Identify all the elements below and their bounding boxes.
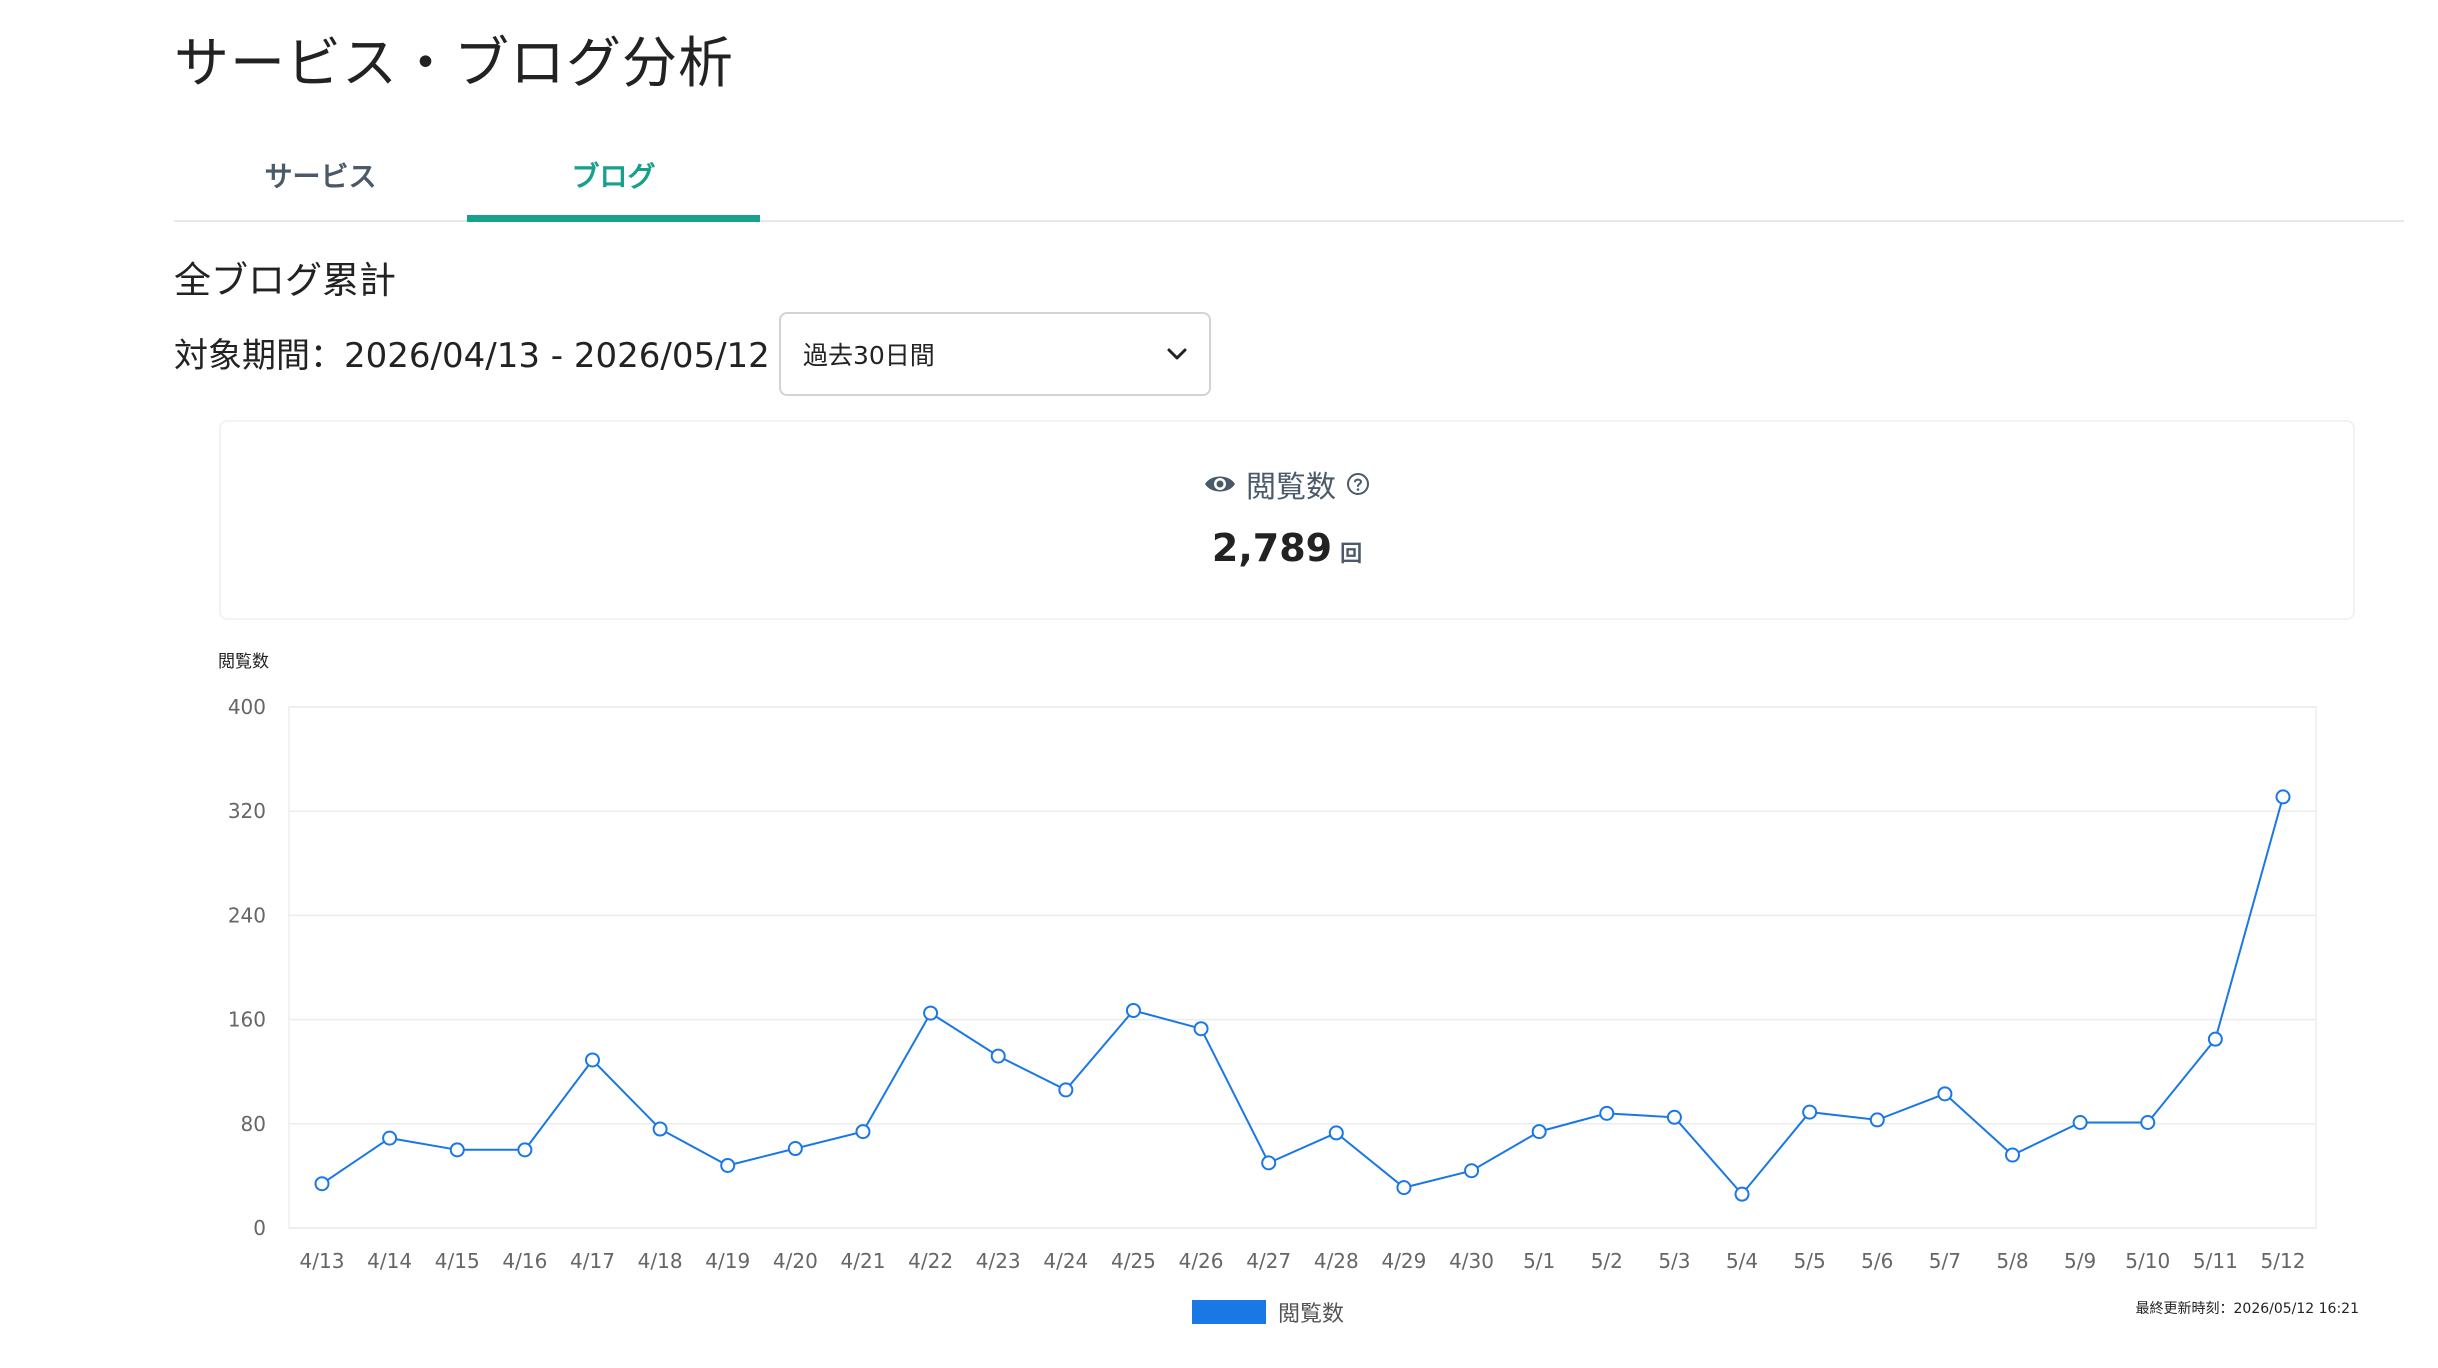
data-point <box>720 1157 736 1173</box>
x-tick-label: 4/21 <box>841 1249 886 1273</box>
legend-swatch <box>1192 1300 1266 1324</box>
x-tick-label: 4/15 <box>435 1249 480 1273</box>
data-point <box>2207 1031 2223 1047</box>
x-tick-label: 4/25 <box>1111 1249 1156 1273</box>
data-point <box>652 1121 668 1137</box>
data-point <box>1125 1002 1141 1018</box>
data-point <box>855 1124 871 1140</box>
x-tick-label: 4/28 <box>1314 1249 1359 1273</box>
data-point <box>1802 1104 1818 1120</box>
legend-label: 閲覧数 <box>1278 1302 1345 1327</box>
x-tick-label: 5/7 <box>1929 1249 1961 1273</box>
x-tick-label: 5/8 <box>1996 1249 2028 1273</box>
data-point <box>517 1142 533 1158</box>
x-tick-label: 4/30 <box>1449 1249 1494 1273</box>
data-point <box>449 1142 465 1158</box>
x-tick-label: 5/4 <box>1726 1249 1758 1273</box>
x-tick-label: 4/23 <box>976 1249 1021 1273</box>
data-point <box>2005 1147 2021 1163</box>
data-point <box>1328 1125 1344 1141</box>
x-tick-label: 5/12 <box>2261 1249 2306 1273</box>
series-line <box>321 796 2284 1196</box>
data-point <box>1193 1021 1209 1037</box>
data-point <box>1396 1180 1412 1196</box>
x-tick-label: 5/11 <box>2193 1249 2238 1273</box>
x-tick-label: 5/6 <box>1861 1249 1893 1273</box>
data-point <box>1937 1086 1953 1102</box>
data-point <box>584 1052 600 1068</box>
data-point <box>1464 1163 1480 1179</box>
last-updated: 最終更新時刻：2026/05/12 16:21 <box>2135 1301 2360 1317</box>
data-point <box>1869 1112 1885 1128</box>
y-tick-label: 320 <box>228 799 266 823</box>
chart-legend[interactable]: 閲覧数 <box>1192 1296 1344 1328</box>
x-tick-label: 4/29 <box>1381 1249 1426 1273</box>
y-tick-label: 400 <box>228 695 266 719</box>
x-tick-label: 4/20 <box>773 1249 818 1273</box>
x-tick-label: 4/27 <box>1246 1249 1291 1273</box>
x-tick-label: 4/26 <box>1179 1249 1224 1273</box>
data-point <box>1531 1124 1547 1140</box>
y-tick-label: 240 <box>228 903 266 927</box>
y-tick-label: 80 <box>241 1112 266 1136</box>
y-axis-label: 閲覧数 <box>218 652 269 672</box>
x-tick-label: 4/22 <box>908 1249 953 1273</box>
data-point <box>990 1048 1006 1064</box>
x-tick-label: 5/1 <box>1523 1249 1555 1273</box>
x-tick-label: 5/2 <box>1591 1249 1623 1273</box>
pageviews-line-chart: 閲覧数 0 80 160 240 320 400 4/13 4/14 4/15 4/16 4/17 4/… <box>218 652 2317 1273</box>
x-tick-label: 4/17 <box>570 1249 615 1273</box>
data-point <box>2275 789 2291 805</box>
data-point <box>314 1176 330 1192</box>
x-tick-label: 5/9 <box>2064 1249 2096 1273</box>
x-tick-label: 5/3 <box>1658 1249 1690 1273</box>
data-point <box>787 1141 803 1157</box>
data-point <box>1261 1155 1277 1171</box>
x-tick-label: 4/24 <box>1043 1249 1088 1273</box>
y-tick-label: 160 <box>228 1008 266 1032</box>
x-tick-label: 4/16 <box>502 1249 547 1273</box>
x-tick-label: 4/13 <box>300 1249 345 1273</box>
data-point <box>2072 1114 2088 1130</box>
y-tick-label: 0 <box>253 1216 266 1240</box>
data-point <box>923 1005 939 1021</box>
data-point <box>1058 1082 1074 1098</box>
x-tick-label: 5/5 <box>1794 1249 1826 1273</box>
data-point <box>1734 1186 1750 1202</box>
data-point <box>1666 1109 1682 1125</box>
data-point <box>1599 1105 1615 1121</box>
x-tick-label: 4/19 <box>705 1249 750 1273</box>
x-tick-label: 4/18 <box>638 1249 683 1273</box>
x-tick-label: 5/10 <box>2125 1249 2170 1273</box>
data-point <box>382 1130 398 1146</box>
x-tick-label: 4/14 <box>367 1249 412 1273</box>
data-point <box>2140 1114 2156 1130</box>
